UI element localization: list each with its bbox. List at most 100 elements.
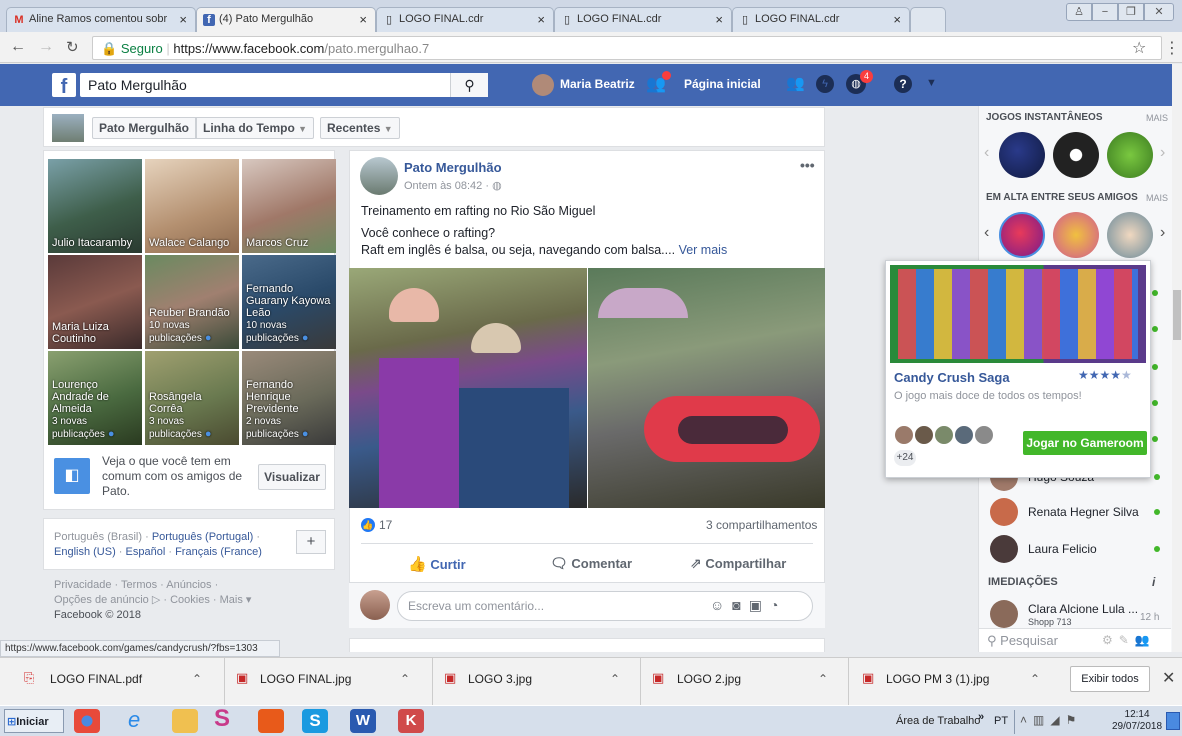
language-link[interactable]: English (US) xyxy=(54,546,116,558)
chrome-icon[interactable] xyxy=(74,709,100,733)
avatar[interactable] xyxy=(532,74,554,96)
home-link[interactable]: Página inicial xyxy=(684,77,761,91)
new-tab-button[interactable] xyxy=(910,7,946,32)
chevron-left-icon[interactable]: ‹ xyxy=(984,144,989,162)
download-item[interactable]: LOGO FINAL.pdf xyxy=(50,672,142,686)
browser-tab-5[interactable]: ▯ LOGO FINAL.cdr × xyxy=(732,7,910,32)
close-icon[interactable]: × xyxy=(359,12,367,27)
url-input[interactable]: 🔒 Seguro | https://www.facebook.com/pato… xyxy=(92,36,1162,60)
chevron-down-icon[interactable]: ▼ xyxy=(926,77,937,89)
app-icon[interactable]: S xyxy=(214,705,230,733)
game-icon[interactable] xyxy=(1053,132,1099,178)
facebook-logo-icon[interactable]: f xyxy=(52,73,76,98)
avatar[interactable] xyxy=(990,600,1018,628)
friend-tile[interactable]: Marcos Cruz xyxy=(242,159,336,253)
chevron-up-icon[interactable]: ⌃ xyxy=(610,672,620,686)
chevron-right-icon[interactable]: › xyxy=(1160,144,1165,162)
clock[interactable]: 12:14 29/07/2018 xyxy=(1112,709,1162,733)
browser-tab-3[interactable]: ▯ LOGO FINAL.cdr × xyxy=(376,7,554,32)
close-icon[interactable]: × xyxy=(179,12,187,27)
friend-tile[interactable]: Rosângela Corrêa 3 novas publicações ● xyxy=(145,351,239,445)
minimize-icon[interactable]: − xyxy=(1092,3,1118,21)
friend-tile[interactable]: Reuber Brandão 10 novas publicações ● xyxy=(145,255,239,349)
profile-name-button[interactable]: Pato Mergulhão xyxy=(92,117,197,139)
friend-tile[interactable]: Fernando Henrique Previdente 2 novas publ… xyxy=(242,351,336,445)
close-icon[interactable]: ✕ xyxy=(1162,668,1175,688)
show-all-button[interactable]: Exibir todos xyxy=(1070,666,1150,692)
tray-icons[interactable]: ˄▥◢⚑ xyxy=(1020,713,1082,727)
recent-dropdown[interactable]: Recentes ▼ xyxy=(320,117,400,139)
comment-tools[interactable]: ☺◙▣◔ xyxy=(710,597,786,614)
language-link[interactable]: Français (France) xyxy=(175,546,262,558)
comment-button[interactable]: 🗨 Comentar xyxy=(550,555,632,572)
search-input[interactable]: Pato Mergulhão xyxy=(80,73,488,97)
see-more-link[interactable]: Ver mais xyxy=(679,243,728,257)
folder-icon[interactable] xyxy=(172,709,198,733)
scrollbar[interactable] xyxy=(1172,64,1182,652)
download-item[interactable]: LOGO 3.jpg xyxy=(468,672,532,686)
user-icon[interactable]: ♙ xyxy=(1066,3,1092,21)
chevron-up-icon[interactable]: ⌃ xyxy=(818,672,828,686)
post-time[interactable]: Ontem às 08:42 · ◍ xyxy=(404,179,502,192)
add-language-button[interactable]: + xyxy=(296,530,326,554)
profile-thumbnail[interactable] xyxy=(52,114,84,142)
game-icon[interactable] xyxy=(1107,132,1153,178)
game-icon[interactable] xyxy=(1107,212,1153,258)
chat-contact[interactable]: Renata Hegner Silva xyxy=(986,498,1166,528)
language-link[interactable]: Español xyxy=(126,546,166,558)
like-reaction-icon[interactable]: 👍 xyxy=(361,518,375,532)
game-banner[interactable] xyxy=(890,265,1146,363)
post-options-icon[interactable]: ••• xyxy=(800,157,815,173)
visualizar-button[interactable]: Visualizar xyxy=(258,464,326,490)
user-name-link[interactable]: Maria Beatriz xyxy=(560,77,635,91)
show-desktop-button[interactable] xyxy=(1166,712,1180,730)
share-count[interactable]: 3 compartilhamentos xyxy=(706,518,817,532)
friend-tile[interactable]: Fernando Guarany Kayowa Leão 10 novas pub… xyxy=(242,255,336,349)
browser-tab-1[interactable]: M Aline Ramos comentou sobr × xyxy=(6,7,196,32)
close-icon[interactable]: × xyxy=(715,12,723,27)
help-icon[interactable]: ? xyxy=(894,75,912,93)
start-button[interactable]: ⊞Iniciar xyxy=(4,709,64,733)
browser-tab-2[interactable]: f (4) Pato Mergulhão × xyxy=(196,7,376,32)
desktop-label[interactable]: Área de Trabalho xyxy=(896,715,980,727)
post-photo-1[interactable] xyxy=(349,268,587,508)
ie-icon[interactable]: e xyxy=(128,707,140,733)
candy-title[interactable]: Candy Crush Saga xyxy=(894,370,1010,385)
author-avatar[interactable] xyxy=(360,157,398,195)
chat-tools[interactable]: ⚙✎👥 xyxy=(1102,633,1156,647)
mais-link[interactable]: MAIS xyxy=(1146,193,1168,203)
messenger-icon[interactable]: ϟ xyxy=(816,75,834,93)
like-button[interactable]: 👍 Curtir xyxy=(408,555,466,573)
menu-icon[interactable]: ⋮ xyxy=(1164,38,1180,58)
reload-icon[interactable]: ↻ xyxy=(66,38,79,56)
forward-icon[interactable]: → xyxy=(38,38,54,56)
info-icon[interactable]: i xyxy=(1152,575,1155,589)
reaction-count[interactable]: 17 xyxy=(379,518,392,532)
search-icon[interactable]: ⚲ xyxy=(450,73,488,97)
chevron-up-icon[interactable]: ⌃ xyxy=(1030,672,1040,686)
restore-icon[interactable]: ❐ xyxy=(1118,3,1144,21)
game-icon[interactable] xyxy=(999,132,1045,178)
scrollbar-thumb[interactable] xyxy=(1173,290,1181,340)
friend-tile[interactable]: Julio Itacaramby xyxy=(48,159,142,253)
star-icon[interactable]: ☆ xyxy=(1132,38,1146,58)
word-icon[interactable]: W xyxy=(350,709,376,733)
close-icon[interactable]: × xyxy=(537,12,545,27)
play-gameroom-button[interactable]: Jogar no Gameroom xyxy=(1023,431,1147,455)
candy-crush-icon[interactable] xyxy=(999,212,1045,258)
double-chevron-icon[interactable]: » xyxy=(978,711,984,723)
friend-tile[interactable]: Maria Luiza Coutinho xyxy=(48,255,142,349)
post-author[interactable]: Pato Mergulhão xyxy=(404,160,502,175)
post-photo-2[interactable] xyxy=(588,268,825,508)
footer-links[interactable]: Privacidade · Termos · Anúncios · Opções… xyxy=(54,578,251,623)
download-item[interactable]: LOGO PM 3 (1).jpg xyxy=(886,672,989,686)
download-item[interactable]: LOGO FINAL.jpg xyxy=(260,672,351,686)
skype-icon[interactable]: S xyxy=(302,709,328,733)
chevron-up-icon[interactable]: ⌃ xyxy=(192,672,202,686)
mais-link[interactable]: MAIS xyxy=(1146,113,1168,123)
browser-tab-4[interactable]: ▯ LOGO FINAL.cdr × xyxy=(554,7,732,32)
chevron-right-icon[interactable]: › xyxy=(1160,224,1165,242)
download-item[interactable]: LOGO 2.jpg xyxy=(677,672,741,686)
chat-contact[interactable]: Laura Felicio xyxy=(986,535,1166,565)
chevron-up-icon[interactable]: ⌃ xyxy=(400,672,410,686)
